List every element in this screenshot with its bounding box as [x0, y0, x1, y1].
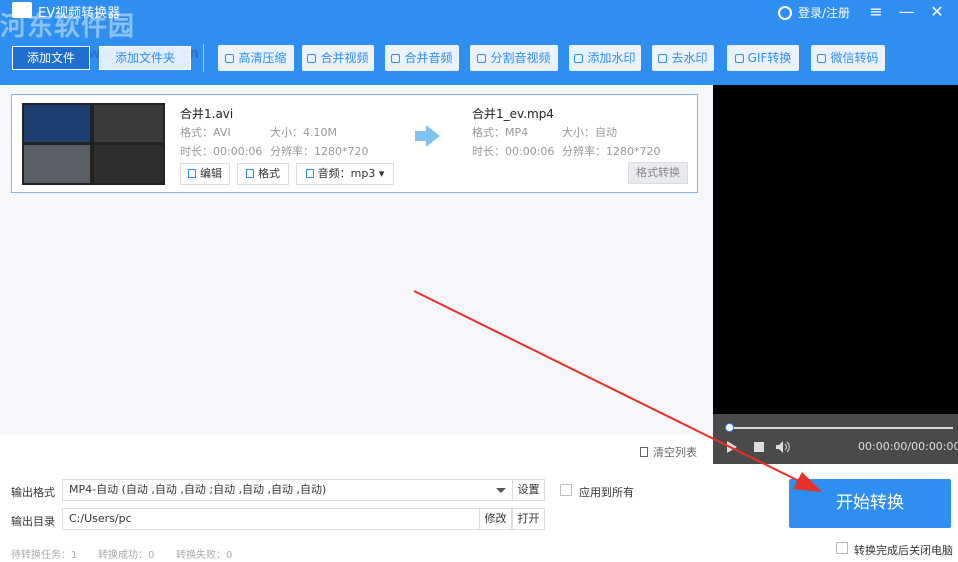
- progress-handle[interactable]: [725, 423, 734, 432]
- tool-hd-compress[interactable]: 高清压缩: [218, 45, 294, 71]
- target-format: 格式：MP4: [472, 126, 529, 139]
- tool-label: 合并视频: [320, 51, 369, 65]
- edit-icon: [188, 169, 196, 178]
- target-resolution: 分辨率：1280*720: [562, 145, 661, 158]
- chevron-down-icon[interactable]: [496, 488, 506, 493]
- close-button[interactable]: ✕: [926, 2, 948, 21]
- source-file-name: 合并1.avi: [180, 107, 234, 121]
- pending-count: 待转换任务：1: [11, 550, 78, 561]
- tool-label: 添加水印: [587, 51, 636, 65]
- tool-merge-audio[interactable]: 合并音频: [385, 45, 459, 71]
- audio-label: 音频：mp3: [317, 167, 376, 180]
- tool-wechat-convert[interactable]: 微信转码: [811, 45, 885, 71]
- clear-list-button[interactable]: 清空列表: [640, 444, 697, 460]
- apply-all-checkbox[interactable]: [560, 484, 572, 496]
- stop-icon[interactable]: [754, 442, 764, 452]
- format-button[interactable]: 格式: [237, 163, 289, 185]
- refresh-icon: [225, 54, 235, 63]
- watermark-icon: [574, 54, 584, 63]
- thumbnail-quadrant: [24, 105, 90, 142]
- time-display: 00:00:00/00:00:00: [858, 440, 958, 453]
- thumbnail-quadrant: [94, 145, 163, 183]
- trash-icon: [640, 447, 648, 457]
- output-dir-label: 输出目录: [11, 515, 55, 528]
- speaker-icon: [305, 169, 314, 178]
- target-size: 大小：自动: [562, 126, 617, 139]
- menu-icon[interactable]: ≡: [865, 2, 887, 21]
- source-size: 大小：4.10M: [270, 126, 337, 139]
- play-icon[interactable]: [727, 441, 737, 453]
- tool-label: 分割音视频: [490, 51, 551, 65]
- tool-split-av[interactable]: 分割音视频: [470, 45, 558, 71]
- login-label: 登录/注册: [798, 6, 851, 20]
- convert-arrow-icon: [415, 131, 426, 141]
- tool-label: 去水印: [671, 51, 708, 65]
- remove-icon: [658, 54, 668, 63]
- progress-track[interactable]: [729, 427, 953, 429]
- add-file-button[interactable]: 添加文件: [12, 46, 90, 70]
- start-convert-button[interactable]: 开始转换: [789, 479, 951, 528]
- tool-label: 高清压缩: [238, 51, 287, 65]
- edit-button[interactable]: 编辑: [180, 163, 230, 185]
- settings-button[interactable]: 设置: [512, 479, 545, 501]
- tool-label: GIF转换: [747, 51, 792, 65]
- volume-icon[interactable]: [776, 441, 790, 453]
- convert-arrow-head: [426, 125, 440, 147]
- target-file-name: 合并1_ev.mp4: [472, 107, 554, 121]
- copy-icon: [307, 54, 317, 63]
- tool-add-watermark[interactable]: 添加水印: [569, 45, 641, 71]
- wechat-icon: [817, 54, 827, 63]
- failed-count: 转换失败：0: [176, 550, 233, 561]
- video-preview: [713, 85, 958, 464]
- output-format-label: 输出格式: [11, 486, 55, 499]
- source-duration: 时长：00:00:06: [180, 145, 263, 158]
- output-dir-field[interactable]: C:/Users/pc: [62, 508, 480, 530]
- login-button[interactable]: 登录/注册: [778, 4, 850, 21]
- tool-label: 合并音频: [404, 51, 453, 65]
- output-format-select[interactable]: MP4-自动 (自动 ,自动 ,自动 ;自动 ,自动 ,自动 ,自动): [62, 479, 513, 501]
- user-icon: [778, 5, 792, 20]
- format-convert-button[interactable]: 格式转换: [628, 162, 688, 184]
- gif-icon: [734, 54, 744, 63]
- file-item[interactable]: 合并1.avi 格式：AVI 大小：4.10M 时长：00:00:06 分辨率：…: [11, 94, 698, 193]
- open-button[interactable]: 打开: [512, 508, 545, 530]
- document-icon: [246, 169, 254, 178]
- tool-merge-video[interactable]: 合并视频: [302, 45, 374, 71]
- minimize-button[interactable]: —: [896, 2, 918, 21]
- split-icon: [477, 54, 487, 63]
- tool-remove-watermark[interactable]: 去水印: [652, 45, 714, 71]
- thumbnail-quadrant: [24, 145, 90, 183]
- thumbnail-quadrant: [94, 105, 163, 142]
- add-folder-button[interactable]: 添加文件夹: [99, 46, 191, 70]
- source-resolution: 分辨率：1280*720: [270, 145, 369, 158]
- video-thumbnail: [22, 103, 165, 185]
- success-count: 转换成功：0: [98, 550, 155, 561]
- tool-gif-convert[interactable]: GIF转换: [727, 45, 799, 71]
- toolbar-divider: [203, 44, 204, 72]
- player-controls: [713, 414, 958, 464]
- format-label: 格式: [258, 167, 280, 180]
- tool-label: 微信转码: [830, 51, 879, 65]
- clear-list-label: 清空列表: [653, 446, 697, 459]
- target-duration: 时长：00:00:06: [472, 145, 555, 158]
- apply-all-label: 应用到所有: [579, 486, 634, 499]
- edit-label: 编辑: [200, 167, 222, 180]
- copy-icon: [391, 54, 401, 63]
- audio-select[interactable]: 音频：mp3 ▾: [296, 163, 394, 185]
- modify-button[interactable]: 修改: [479, 508, 512, 530]
- shutdown-checkbox[interactable]: [836, 542, 848, 554]
- shutdown-label: 转换完成后关闭电脑: [854, 544, 953, 557]
- watermark-text: 河东软件园: [0, 12, 136, 42]
- source-format: 格式：AVI: [180, 126, 231, 139]
